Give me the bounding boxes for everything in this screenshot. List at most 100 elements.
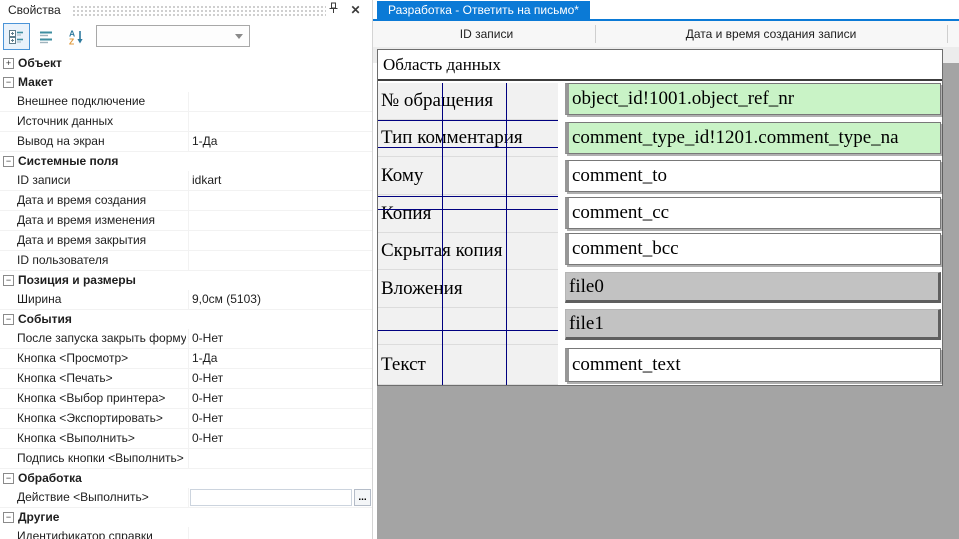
designer-grid-hline xyxy=(378,120,558,121)
property-category-row[interactable]: +Объект xyxy=(0,54,372,73)
form-label-cell xyxy=(378,308,558,345)
property-value-editor[interactable] xyxy=(190,489,352,506)
form-label-cell: Тип комментария xyxy=(378,120,558,157)
column-divider xyxy=(188,488,189,508)
tab-development-reply-letter[interactable]: Разработка - Ответить на письмо* xyxy=(377,1,590,19)
form-field-comment_cc[interactable]: comment_cc xyxy=(565,197,941,229)
form-field-comment_to[interactable]: comment_to xyxy=(565,160,941,192)
property-value[interactable]: 0-Нет xyxy=(192,409,370,427)
property-row[interactable]: Дата и время изменения xyxy=(0,211,372,231)
properties-panel: Свойства ✕ xyxy=(0,0,373,539)
property-row[interactable]: ID записи idkart xyxy=(0,171,372,191)
close-icon[interactable]: ✕ xyxy=(347,2,364,18)
column-divider xyxy=(188,429,189,449)
property-row[interactable]: Кнопка <Выполнить>0-Нет xyxy=(0,429,372,449)
collapse-icon[interactable]: − xyxy=(3,275,14,286)
form-field-comment_text[interactable]: comment_text xyxy=(565,348,941,382)
form-field-file0[interactable]: file0 xyxy=(565,272,941,303)
field-columns-header: ID записиДата и время создания записи xyxy=(373,21,959,47)
property-value[interactable]: 1-Да xyxy=(192,132,370,150)
property-category-row[interactable]: −Обработка xyxy=(0,469,372,488)
collapse-icon[interactable]: − xyxy=(3,512,14,523)
column-divider xyxy=(188,409,189,429)
property-value[interactable]: 1-Да xyxy=(192,349,370,367)
column-divider xyxy=(188,349,189,369)
property-name: Дата и время создания xyxy=(17,191,186,209)
column-divider xyxy=(188,92,189,112)
column-header-record-created[interactable]: Дата и время создания записи xyxy=(595,21,947,47)
property-category-row[interactable]: −Другие xyxy=(0,508,372,527)
property-name: ID пользователя xyxy=(17,251,186,269)
column-divider xyxy=(188,369,189,389)
form-label-cell: Кому xyxy=(378,157,558,195)
form-field-comment_type_id!1201.comment_type_na[interactable]: comment_type_id!1201.comment_type_na xyxy=(565,122,941,154)
designer-grid-hline xyxy=(378,147,558,148)
property-row[interactable]: Внешнее подключение xyxy=(0,92,372,112)
column-divider xyxy=(188,211,189,231)
property-value[interactable]: idkart xyxy=(192,171,370,189)
object-selector-combobox[interactable] xyxy=(96,25,250,47)
property-row[interactable]: Вывод на экран1-Да xyxy=(0,132,372,152)
form-label-cell: № обращения xyxy=(378,83,558,120)
column-divider xyxy=(188,527,189,539)
property-value[interactable]: 9,0см (5103) xyxy=(192,290,370,308)
drag-grip xyxy=(72,5,326,16)
properties-toolbar: A Z xyxy=(0,21,372,53)
column-separator xyxy=(947,25,948,43)
property-row[interactable]: Кнопка <Экспортировать>0-Нет xyxy=(0,409,372,429)
form-field-comment_bcc[interactable]: comment_bcc xyxy=(565,233,941,265)
property-row[interactable]: Ширина9,0см (5103) xyxy=(0,290,372,310)
column-header-record-id[interactable]: ID записи xyxy=(378,21,595,47)
column-divider xyxy=(188,112,189,132)
property-name: Кнопка <Просмотр> xyxy=(17,349,186,367)
property-name: ID записи xyxy=(17,171,186,189)
design-surface: Область данных № обращенияТип комментари… xyxy=(377,49,943,386)
property-row[interactable]: Кнопка <Выбор принтера>0-Нет xyxy=(0,389,372,409)
property-value[interactable]: 0-Нет xyxy=(192,389,370,407)
property-row[interactable]: Действие <Выполнить>... xyxy=(0,488,372,508)
band-title: Область данных xyxy=(383,50,501,79)
collapse-icon[interactable]: − xyxy=(3,156,14,167)
tab-strip: Разработка - Ответить на письмо* xyxy=(373,0,959,19)
property-category-row[interactable]: −Позиция и размеры xyxy=(0,271,372,290)
form-field-object_id!1001.object_ref_nr[interactable]: object_id!1001.object_ref_nr xyxy=(565,83,941,115)
property-value[interactable]: 0-Нет xyxy=(192,329,370,347)
property-category-row[interactable]: −Системные поля xyxy=(0,152,372,171)
categorized-view-button[interactable] xyxy=(3,23,30,50)
data-band-header[interactable]: Область данных xyxy=(378,50,942,81)
property-row[interactable]: Идентификатор справки xyxy=(0,527,372,539)
property-row[interactable]: Подпись кнопки <Выполнить> xyxy=(0,449,372,469)
category-label: Позиция и размеры xyxy=(18,271,136,290)
property-row[interactable]: Дата и время создания xyxy=(0,191,372,211)
sort-az-button[interactable]: A Z xyxy=(63,23,90,50)
panel-titlebar: Свойства ✕ xyxy=(0,0,372,20)
property-value[interactable]: 0-Нет xyxy=(192,369,370,387)
property-row[interactable]: После запуска закрыть форму0-Нет xyxy=(0,329,372,349)
categorized-icon xyxy=(8,29,24,45)
property-name: Действие <Выполнить> xyxy=(17,488,186,506)
expand-icon[interactable]: + xyxy=(3,58,14,69)
property-category-row[interactable]: −Макет xyxy=(0,73,372,92)
designer-grid-hline xyxy=(378,209,558,210)
pin-icon[interactable] xyxy=(325,2,342,18)
property-value[interactable]: 0-Нет xyxy=(192,429,370,447)
alphabetical-view-button[interactable] xyxy=(33,23,60,50)
column-divider xyxy=(188,231,189,251)
property-category-row[interactable]: −События xyxy=(0,310,372,329)
column-separator xyxy=(595,25,596,43)
collapse-icon[interactable]: − xyxy=(3,314,14,325)
collapse-icon[interactable]: − xyxy=(3,77,14,88)
property-grid: +Объект−МакетВнешнее подключениеИсточник… xyxy=(0,54,372,539)
column-divider xyxy=(188,389,189,409)
property-row[interactable]: Источник данных xyxy=(0,112,372,132)
property-row[interactable]: ID пользователя xyxy=(0,251,372,271)
form-label-cell: Скрытая копия xyxy=(378,233,558,270)
property-row[interactable]: Кнопка <Просмотр> 1-Да xyxy=(0,349,372,369)
property-row[interactable]: Кнопка <Печать>0-Нет xyxy=(0,369,372,389)
sort-az-icon: A Z xyxy=(68,29,84,45)
property-row[interactable]: Дата и время закрытия xyxy=(0,231,372,251)
form-field-file1[interactable]: file1 xyxy=(565,309,941,340)
ellipsis-button[interactable]: ... xyxy=(354,489,371,506)
collapse-icon[interactable]: − xyxy=(3,473,14,484)
property-name: Источник данных xyxy=(17,112,186,130)
